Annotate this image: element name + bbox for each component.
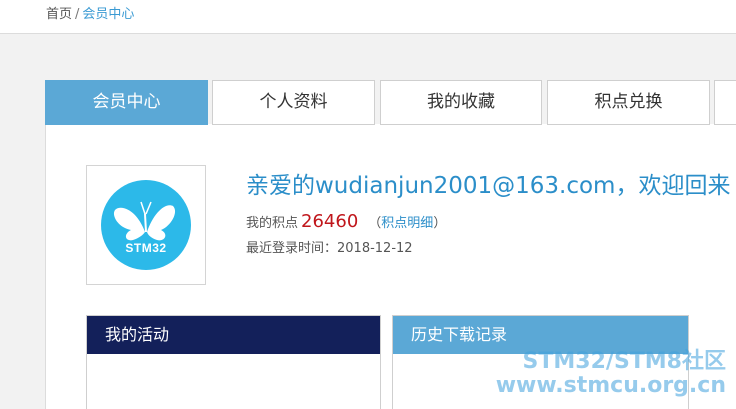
last-login-label: 最近登录时间： bbox=[246, 241, 338, 256]
paren-open: （ bbox=[368, 216, 382, 231]
tab-profile[interactable]: 个人资料 bbox=[212, 80, 375, 125]
paren-close: ） bbox=[433, 216, 447, 231]
points-label: 我的积点 bbox=[246, 216, 299, 231]
last-login-row: 最近登录时间：2018-12-12 bbox=[246, 237, 413, 256]
tab-more[interactable] bbox=[714, 80, 736, 125]
tab-member-center[interactable]: 会员中心 bbox=[45, 80, 208, 125]
avatar-text: STM32 bbox=[125, 241, 167, 255]
breadcrumb-home[interactable]: 首页 bbox=[46, 7, 72, 22]
watermark-line2: www.stmcu.org.cn bbox=[495, 373, 726, 398]
tab-bar: 会员中心 个人资料 我的收藏 积点兑换 bbox=[45, 80, 736, 125]
points-value: 26460 bbox=[301, 211, 359, 232]
my-activity-panel: 我的活动 bbox=[86, 315, 381, 409]
butterfly-icon bbox=[113, 201, 176, 241]
avatar[interactable]: STM32 bbox=[86, 165, 206, 285]
tab-points-exchange[interactable]: 积点兑换 bbox=[547, 80, 710, 125]
breadcrumb: 首页 / 会员中心 bbox=[46, 3, 134, 22]
welcome-message: 亲爱的wudianjun2001@163.com，欢迎回来 bbox=[246, 173, 731, 199]
breadcrumb-separator: / bbox=[75, 7, 80, 22]
my-activity-title: 我的活动 bbox=[87, 316, 380, 354]
last-login-value: 2018-12-12 bbox=[337, 241, 413, 256]
watermark-line1: STM32/STM8社区 bbox=[522, 349, 726, 374]
watermark: STM32/STM8社区 www.stmcu.org.cn bbox=[496, 350, 726, 398]
breadcrumb-current[interactable]: 会员中心 bbox=[82, 7, 134, 22]
points-row: 我的积点 26460 （积点明细） bbox=[246, 211, 446, 232]
top-bar: 首页 / 会员中心 bbox=[0, 0, 736, 34]
tab-favorites[interactable]: 我的收藏 bbox=[380, 80, 542, 125]
avatar-logo: STM32 bbox=[101, 180, 191, 270]
points-detail-link[interactable]: 积点明细 bbox=[381, 216, 433, 231]
